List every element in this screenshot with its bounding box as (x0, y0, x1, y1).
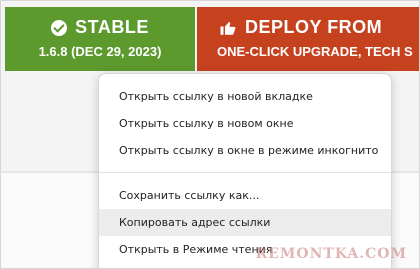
menu-item-open-new-window[interactable]: Открыть ссылку в новом окне (99, 110, 391, 137)
menu-separator (99, 172, 391, 173)
menu-item-open-new-tab[interactable]: Открыть ссылку в новой вкладке (99, 83, 391, 110)
menu-item-open-incognito[interactable]: Открыть ссылку в окне в режиме инкогнито (99, 137, 391, 164)
watermark: REMONTKA.COM (255, 246, 407, 262)
deploy-title: DEPLOY FROM (245, 17, 383, 37)
deploy-subtitle: ONE-CLICK UPGRADE, TECH S (217, 44, 413, 59)
stable-release-banner[interactable]: STABLE 1.6.8 (DEC 29, 2023) (5, 7, 195, 71)
menu-item-save-link-as[interactable]: Сохранить ссылку как... (99, 182, 391, 209)
deploy-banner[interactable]: DEPLOY FROM ONE-CLICK UPGRADE, TECH S (197, 7, 419, 71)
menu-item-copy-link-address[interactable]: Копировать адрес ссылки (99, 209, 391, 236)
thumbs-up-icon (220, 21, 236, 35)
stable-title: STABLE (75, 17, 149, 37)
check-circle-icon (51, 19, 68, 36)
browser-page: STABLE 1.6.8 (DEC 29, 2023) DEPLOY FROM … (0, 0, 420, 269)
stable-version: 1.6.8 (DEC 29, 2023) (38, 44, 162, 59)
context-menu: Открыть ссылку в новой вкладке Открыть с… (98, 73, 392, 268)
